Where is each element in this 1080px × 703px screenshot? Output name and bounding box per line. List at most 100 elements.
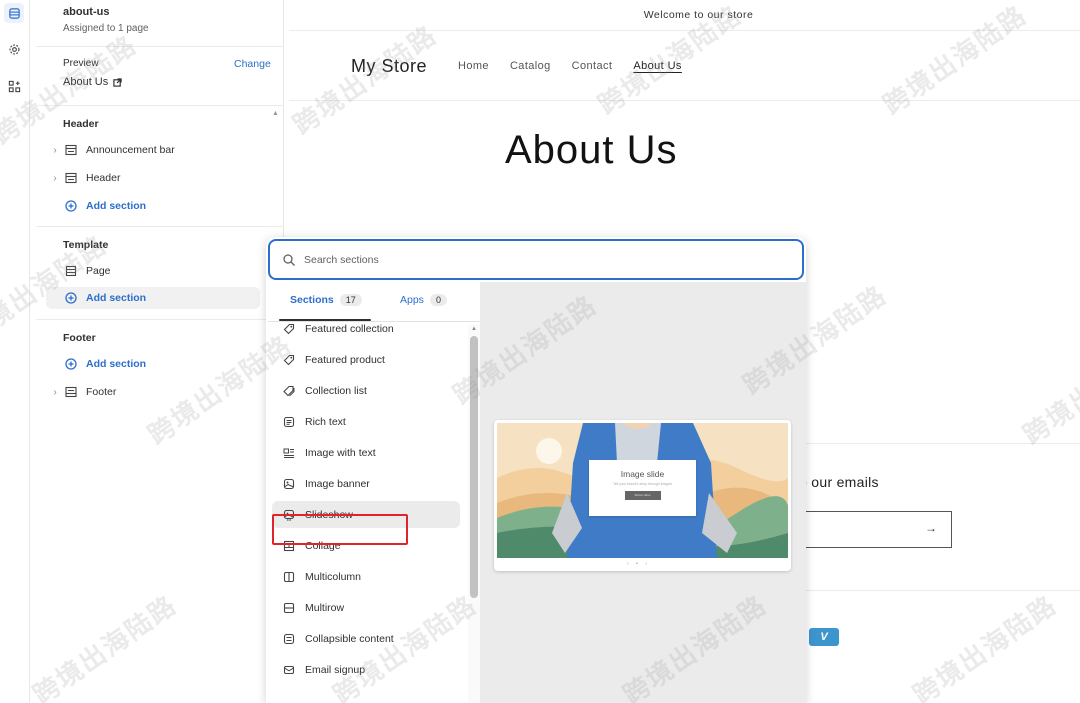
preview-page-label: About Us [63, 76, 109, 88]
tree-item-label: Footer [86, 386, 117, 398]
store-nav: Home Catalog Contact About Us [458, 60, 703, 72]
list-item-label: Email signup [305, 663, 366, 676]
tree-item-footer[interactable]: › Footer [50, 381, 258, 403]
plus-circle-icon [64, 199, 78, 213]
slide-content-box: Image slide Tell your brand's story thro… [589, 460, 696, 516]
template-group-label: Template [63, 239, 109, 251]
image-icon [282, 477, 296, 491]
section-block-icon [64, 171, 78, 185]
rows-icon [282, 601, 296, 615]
left-rail [0, 0, 30, 703]
nav-catalog[interactable]: Catalog [510, 60, 551, 72]
search-icon [282, 253, 296, 267]
tree-item-page[interactable]: Page [50, 260, 258, 282]
list-item-image-with-text[interactable]: Image with text [272, 439, 460, 466]
list-item-email-signup[interactable]: Email signup [272, 656, 460, 683]
tree-item-label: Header [86, 172, 121, 184]
scroll-up-arrow[interactable]: ▲ [272, 110, 279, 117]
store-logo[interactable]: My Store [351, 56, 427, 77]
divider [36, 226, 284, 227]
nav-home[interactable]: Home [458, 60, 489, 72]
venmo-payment-icon: V [809, 628, 839, 646]
tab-apps[interactable]: Apps 0 [400, 294, 447, 306]
preview-label: Preview [63, 58, 99, 69]
tree-item-label: Announcement bar [86, 144, 175, 156]
change-preview-link[interactable]: Change [234, 58, 271, 70]
list-item-label: Collapsible content [305, 632, 394, 645]
tab-sections[interactable]: Sections 17 [290, 294, 362, 306]
list-item-label: Featured product [305, 353, 385, 366]
image-text-icon [282, 446, 296, 460]
list-item-collection-list[interactable]: Collection list [272, 377, 460, 404]
search-input[interactable] [304, 253, 704, 266]
list-item-label: Image banner [305, 477, 370, 490]
slideshow-icon [282, 508, 296, 522]
apps-icon[interactable] [7, 79, 22, 94]
nav-about-us[interactable]: About Us [633, 60, 681, 72]
scroll-up-arrow[interactable]: ▲ [471, 326, 477, 332]
page-icon [64, 264, 78, 278]
list-item-label: Collection list [305, 384, 367, 397]
section-block-icon [64, 143, 78, 157]
chevron-right-icon[interactable]: › [50, 173, 60, 184]
divider [789, 590, 1080, 591]
picker-tabs: Sections 17 Apps 0 [268, 282, 480, 322]
list-item-multicolumn[interactable]: Multicolumn [272, 563, 460, 590]
list-item-label: Rich text [305, 415, 346, 428]
template-assigned: Assigned to 1 page [63, 23, 149, 34]
columns-icon [282, 570, 296, 584]
text-block-icon [282, 415, 296, 429]
preview-page[interactable]: About Us [63, 76, 122, 88]
slide-dots: ‹ • › [627, 561, 650, 567]
list-item-featured-collection[interactable]: Featured collection [272, 324, 460, 342]
page-title: About Us [505, 128, 678, 172]
section-picker: Sections 17 Apps 0 Featured collection F… [266, 237, 806, 703]
list-item-label: Multicolumn [305, 570, 362, 583]
footer-block-icon [64, 385, 78, 399]
active-tab-indicator [279, 319, 371, 321]
search-bar[interactable] [268, 239, 804, 280]
tree-item-header[interactable]: › Header [50, 167, 258, 189]
arrow-right-icon[interactable]: → [925, 521, 937, 535]
external-link-icon [113, 77, 122, 87]
list-item-featured-product[interactable]: Featured product [272, 346, 460, 373]
list-item-label: Multirow [305, 601, 345, 614]
slide-button: Button label [624, 491, 661, 500]
list-scrollbar[interactable]: ▲ [468, 324, 480, 703]
tag-icon [282, 353, 296, 367]
tab-label: Sections [290, 294, 334, 306]
tree-item-announcement-bar[interactable]: › Announcement bar [50, 139, 258, 161]
add-section-template-button[interactable]: Add section [46, 287, 260, 309]
list-item-slideshow[interactable]: Slideshow [272, 501, 460, 528]
plus-circle-icon [64, 291, 78, 305]
add-section-label: Add section [86, 358, 147, 370]
email-icon [282, 663, 296, 677]
tree-item-label: Page [86, 265, 111, 277]
list-item-rich-text[interactable]: Rich text [272, 408, 460, 435]
list-item-image-banner[interactable]: Image banner [272, 470, 460, 497]
divider [36, 46, 284, 47]
list-item-multirow[interactable]: Multirow [272, 594, 460, 621]
add-section-header-button[interactable]: Add section [50, 195, 258, 217]
add-section-label: Add section [86, 292, 147, 304]
add-section-label: Add section [86, 200, 147, 212]
scrollbar-thumb[interactable] [470, 336, 478, 598]
newsletter-heading: o our emails [799, 474, 879, 490]
sections-icon[interactable] [4, 3, 24, 23]
chevron-right-icon[interactable]: › [50, 145, 60, 156]
add-section-footer-button[interactable]: Add section [50, 353, 258, 375]
list-item-collapsible-content[interactable]: Collapsible content [272, 625, 460, 652]
editor-panel: about-us Assigned to 1 page Preview Chan… [36, 0, 284, 703]
tab-label: Apps [400, 294, 424, 306]
template-name: about-us [63, 6, 110, 18]
footer-group-label: Footer [63, 332, 96, 344]
announcement-text: Welcome to our store [643, 9, 754, 21]
list-item-label: Featured collection [305, 324, 394, 335]
list-item-collage[interactable]: Collage [272, 532, 460, 559]
settings-gear-icon[interactable] [7, 42, 22, 57]
chevron-right-icon[interactable]: › [50, 387, 60, 398]
count-badge: 17 [339, 294, 362, 306]
slide-subtitle: Tell your brand's story through images [612, 482, 673, 486]
nav-contact[interactable]: Contact [572, 60, 613, 72]
section-preview-pane: Image slide Tell your brand's story thro… [480, 282, 806, 703]
